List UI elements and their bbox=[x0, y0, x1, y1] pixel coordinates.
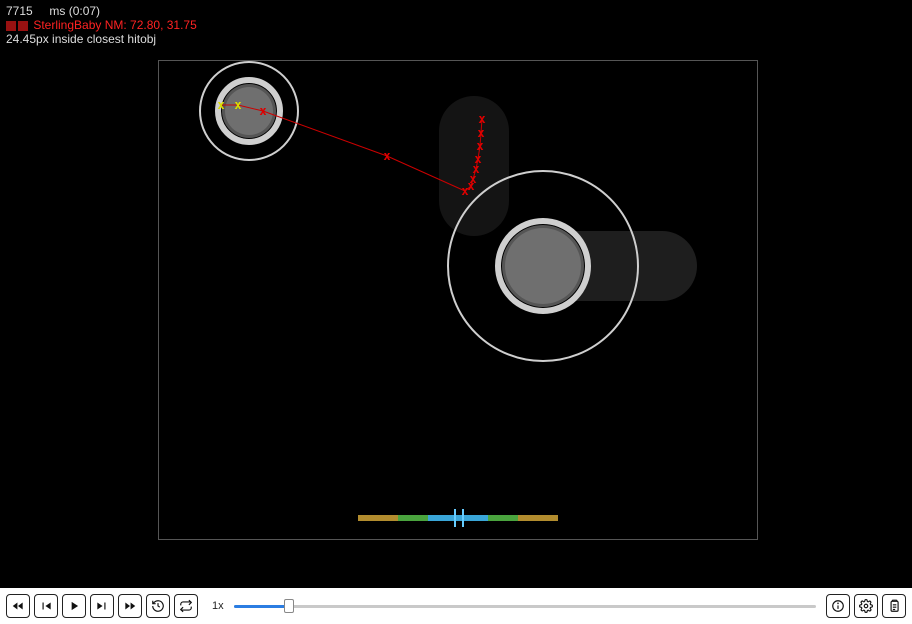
loop-button[interactable] bbox=[174, 594, 198, 618]
cursor-trail-x: x bbox=[478, 112, 485, 126]
play-button[interactable] bbox=[62, 594, 86, 618]
playfield[interactable]: xxxxxxxxxxxx bbox=[158, 60, 758, 540]
hit-error-segment bbox=[398, 515, 428, 521]
cursor-trail-x: x bbox=[477, 126, 484, 140]
player-badge-2 bbox=[18, 21, 28, 31]
hit-error-bar bbox=[358, 515, 558, 521]
speed-label[interactable]: 1x bbox=[212, 600, 224, 612]
hit-error-tick bbox=[462, 509, 464, 527]
hit-error-segment bbox=[428, 515, 488, 521]
settings-button[interactable] bbox=[854, 594, 878, 618]
hit-error-tick bbox=[454, 509, 456, 527]
skip-back-button[interactable] bbox=[6, 594, 30, 618]
hit-circle-large bbox=[495, 218, 591, 314]
hit-error-segment bbox=[488, 515, 518, 521]
cursor-trail-x: x bbox=[474, 152, 481, 166]
cursor-trail-x: x bbox=[476, 139, 483, 153]
cursor-trail-x: x bbox=[383, 149, 390, 163]
debug-overlay: 7715 ms (0:07) SterlingBaby NM: 72.80, 3… bbox=[6, 4, 197, 46]
history-button[interactable] bbox=[146, 594, 170, 618]
cursor-trail-x: x bbox=[259, 104, 266, 118]
cursor-trail-x: x bbox=[217, 98, 224, 112]
transport-bar: 1x bbox=[0, 588, 912, 624]
next-frame-button[interactable] bbox=[90, 594, 114, 618]
cursor-trail-x: x bbox=[234, 98, 241, 112]
time-ms: 7715 bbox=[6, 4, 33, 18]
hit-error-segment bbox=[358, 515, 398, 521]
hit-line: 24.45px inside closest hitobj bbox=[6, 32, 197, 46]
hit-error-segment bbox=[518, 515, 558, 521]
hit-circle-small bbox=[215, 77, 283, 145]
prev-frame-button[interactable] bbox=[34, 594, 58, 618]
skip-forward-button[interactable] bbox=[118, 594, 142, 618]
player-line: SterlingBaby NM: 72.80, 31.75 bbox=[33, 18, 196, 32]
time-caption: ms (0:07) bbox=[49, 4, 100, 18]
clipboard-button[interactable] bbox=[882, 594, 906, 618]
player-badge-1 bbox=[6, 21, 16, 31]
seek-bar[interactable] bbox=[234, 596, 816, 616]
info-button[interactable] bbox=[826, 594, 850, 618]
